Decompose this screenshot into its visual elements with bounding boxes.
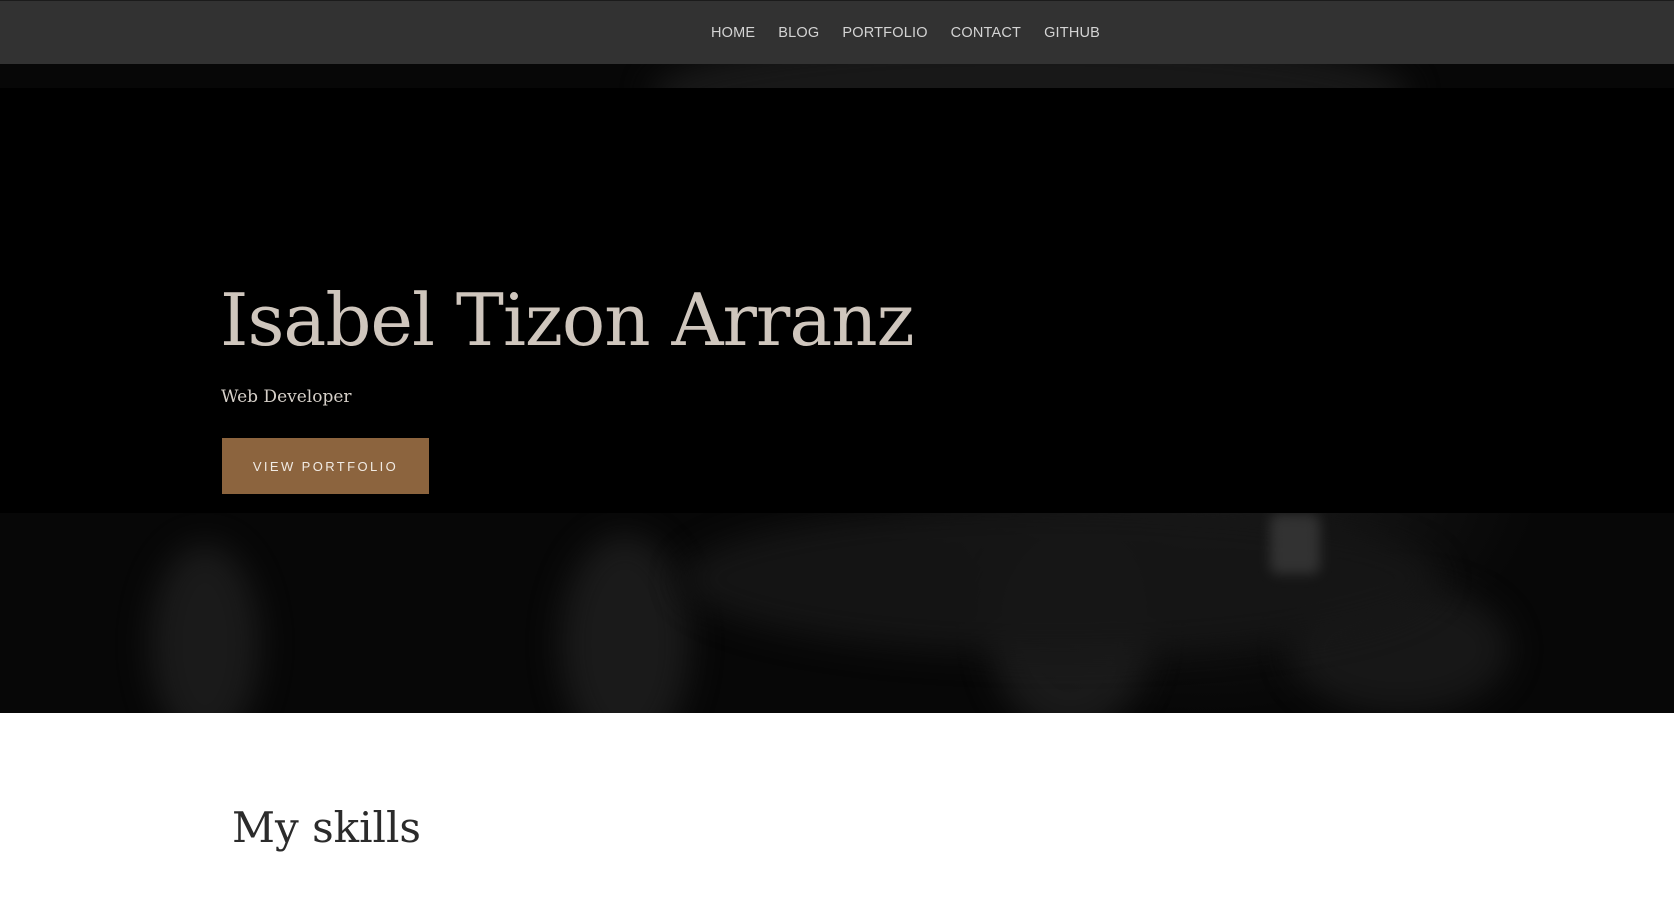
hero-section: Isabel Tizon Arranz Web Developer VIEW P… bbox=[0, 64, 1674, 713]
nav-link-portfolio[interactable]: PORTFOLIO bbox=[842, 25, 927, 41]
main-nav: HOME BLOG PORTFOLIO CONTACT GITHUB bbox=[711, 25, 1100, 41]
skills-section: My skills bbox=[0, 713, 1674, 920]
view-portfolio-button[interactable]: VIEW PORTFOLIO bbox=[222, 438, 429, 494]
hero-role: Web Developer bbox=[221, 387, 352, 407]
nav-link-home[interactable]: HOME bbox=[711, 25, 755, 41]
hero-background-blur bbox=[150, 544, 260, 713]
hero-name: Isabel Tizon Arranz bbox=[220, 278, 915, 362]
nav-link-contact[interactable]: CONTACT bbox=[951, 25, 1021, 41]
nav-link-blog[interactable]: BLOG bbox=[778, 25, 819, 41]
hero-overlay: Isabel Tizon Arranz Web Developer VIEW P… bbox=[0, 88, 1674, 513]
top-navbar: HOME BLOG PORTFOLIO CONTACT GITHUB bbox=[0, 0, 1674, 64]
skills-title: My skills bbox=[232, 803, 421, 852]
hero-background-blur bbox=[560, 534, 690, 713]
hero-background-blur bbox=[680, 504, 1440, 654]
hero-background-blur bbox=[1270, 514, 1320, 574]
nav-link-github[interactable]: GITHUB bbox=[1044, 25, 1100, 41]
